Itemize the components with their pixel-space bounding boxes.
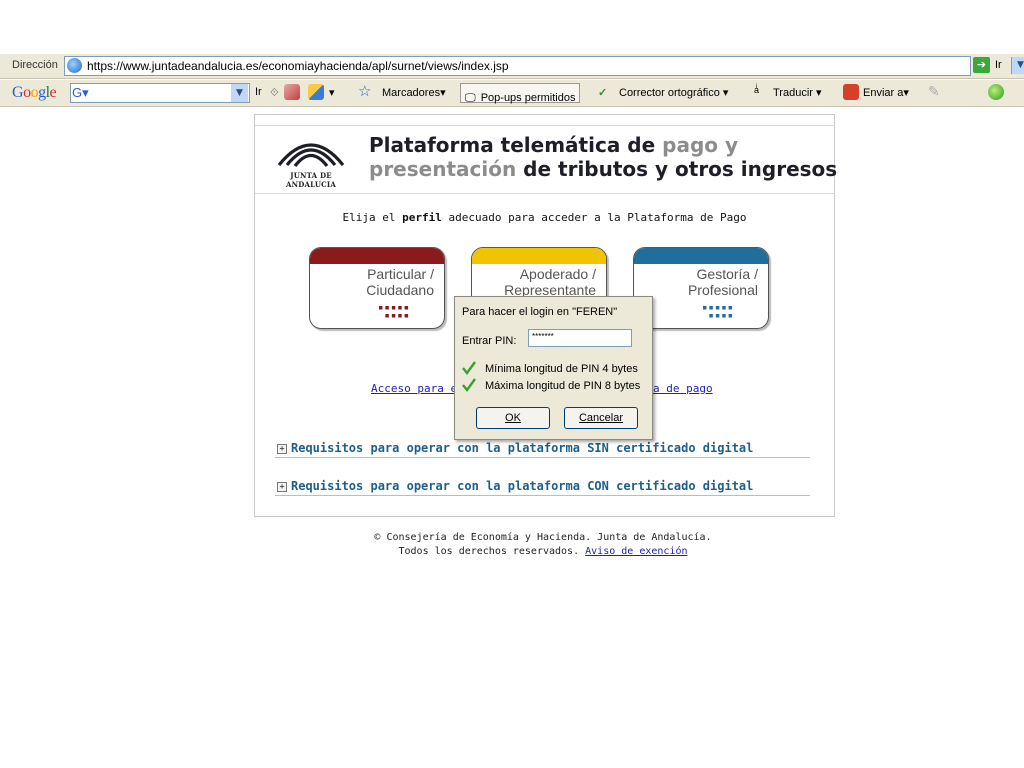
translate-button[interactable]: Traducir ▾ xyxy=(773,86,822,99)
profile-card-gestoria[interactable]: Gestoría / Profesional ▪▪▪▪▪ ▪▪▪▪ xyxy=(633,247,769,329)
pin-label: Entrar PIN: xyxy=(462,335,517,347)
chevron-down-icon[interactable]: ▼ xyxy=(231,84,248,102)
disclaimer-link[interactable]: Aviso de exención xyxy=(585,546,687,557)
card-band xyxy=(634,248,768,264)
translate-icon[interactable]: aͥ xyxy=(754,85,759,95)
google-logo: Google xyxy=(12,84,57,101)
ok-button[interactable]: OK xyxy=(476,407,550,429)
card-dots: ▪▪▪▪▪ ▪▪▪▪ xyxy=(378,303,411,321)
star-icon[interactable]: ☆ xyxy=(358,82,371,100)
divider xyxy=(255,193,834,194)
pin-dialog: Para hacer el login en "FEREN" Entrar PI… xyxy=(454,296,653,440)
junta-arch-icon xyxy=(277,143,345,168)
plus-icon[interactable]: + xyxy=(277,444,287,454)
access-link[interactable]: Acceso para e xyxy=(371,382,457,395)
card-band xyxy=(310,248,444,264)
dialog-title: Para hacer el login en "FEREN" xyxy=(462,306,618,318)
address-label: Dirección xyxy=(12,59,58,71)
pencil-icon[interactable]: ✎ xyxy=(928,83,940,100)
card-title: Apoderado / xyxy=(519,266,596,282)
checkmark-icon xyxy=(462,361,476,375)
footer-copyright: © Consejería de Economía y Hacienda. Jun… xyxy=(374,532,712,543)
junta-logo: JUNTA DE ANDALUCIA xyxy=(265,129,355,189)
address-url[interactable]: https://www.juntadeandalucia.es/economia… xyxy=(87,59,509,73)
bookmarks-button[interactable]: Marcadores▾ xyxy=(382,86,446,99)
profile-card-particular[interactable]: Particular / Ciudadano ▪▪▪▪▪ ▪▪▪▪ xyxy=(309,247,445,329)
pagerank-icon[interactable] xyxy=(284,84,300,100)
cancel-button[interactable]: Cancelar xyxy=(564,407,638,429)
plus-icon[interactable]: + xyxy=(277,482,287,492)
access-link-end[interactable]: a de pago xyxy=(653,382,713,395)
card-band xyxy=(472,248,606,264)
divider xyxy=(255,125,834,126)
address-input[interactable]: https://www.juntadeandalucia.es/economia… xyxy=(64,56,1024,76)
status-circle-icon[interactable] xyxy=(988,84,1004,100)
card-subtitle: Ciudadano xyxy=(366,282,434,298)
send-button[interactable]: Enviar a▾ xyxy=(863,86,909,99)
instruction-text: Elija el perfil adecuado para acceder a … xyxy=(342,211,747,224)
card-dots: ▪▪▪▪▪ ▪▪▪▪ xyxy=(702,303,735,321)
go-button[interactable]: Ir xyxy=(995,59,1002,71)
logo-text: JUNTA DE ANDALUCIA xyxy=(285,171,337,189)
card-subtitle: Profesional xyxy=(687,282,758,298)
google-search-input[interactable]: G▾ ▼ xyxy=(70,83,250,103)
monitor-icon: 🖵 xyxy=(465,92,476,104)
min-pin-length-text: Mínima longitud de PIN 4 bytes xyxy=(485,363,638,375)
news-icon[interactable] xyxy=(308,84,324,100)
address-bar: Dirección https://www.juntadeandalucia.e… xyxy=(0,54,1024,79)
go-arrow-icon[interactable]: ➔ xyxy=(973,57,990,73)
google-g-icon[interactable]: G▾ xyxy=(72,85,89,101)
page-title-line2: presentación de tributos y otros ingreso… xyxy=(369,157,838,181)
card-title: Particular / xyxy=(367,266,434,282)
divider xyxy=(275,495,810,496)
checkmark-icon xyxy=(462,378,476,392)
requirements-no-cert-link[interactable]: + Requisitos para operar con la plataform… xyxy=(277,441,753,455)
card-title: Gestoría / xyxy=(696,266,758,282)
divider xyxy=(275,457,810,458)
page-title-line1: Plataforma telemática de pago y xyxy=(369,133,739,157)
popups-button[interactable]: 🖵 Pop-ups permitidos xyxy=(460,83,581,104)
chevron-down-icon[interactable]: ▼ xyxy=(1011,57,1024,74)
footer-rights: Todos los derechos reservados. Aviso de … xyxy=(398,546,688,557)
chevron-down-icon[interactable]: ▾ xyxy=(329,86,335,99)
ie-page-icon xyxy=(67,58,82,73)
pin-input[interactable]: ******* xyxy=(528,329,632,347)
spellcheck-icon[interactable]: ✓ xyxy=(598,86,607,99)
spellcheck-button[interactable]: Corrector ortográfico ▾ xyxy=(619,86,728,99)
send-icon[interactable] xyxy=(843,84,859,100)
google-go-button[interactable]: Ir xyxy=(255,86,262,98)
max-pin-length-text: Máxima longitud de PIN 8 bytes xyxy=(485,380,641,392)
google-toolbar: Google G▾ ▼ Ir ⟐ ▾ ☆ Marcadores▾ 🖵 Pop-u… xyxy=(0,80,1024,107)
requirements-cert-link[interactable]: + Requisitos para operar con la plataform… xyxy=(277,479,753,493)
